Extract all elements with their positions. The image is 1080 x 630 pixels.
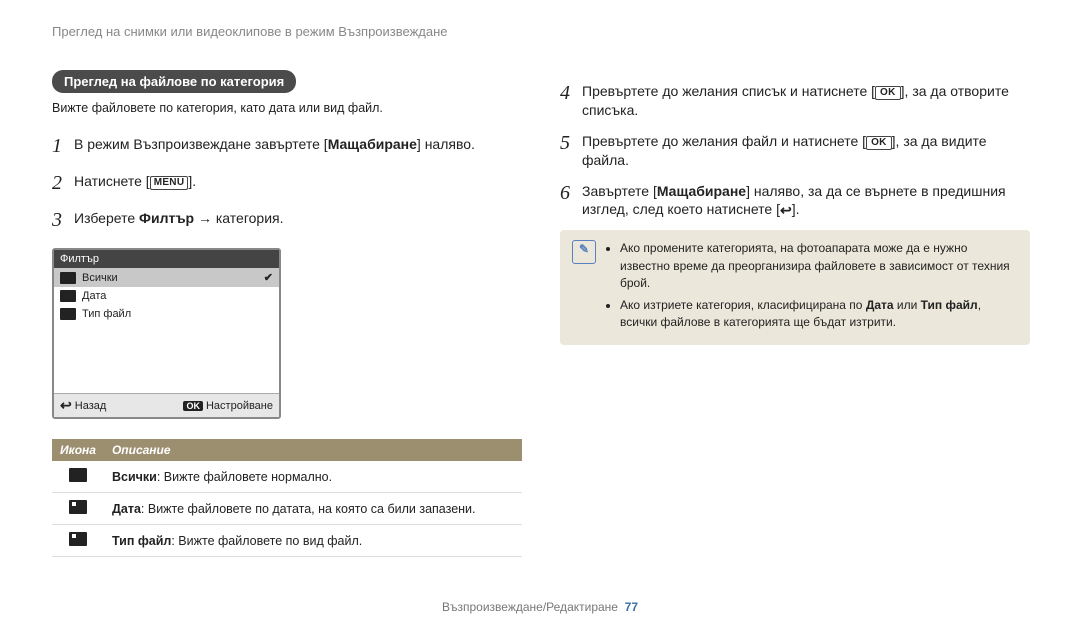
step-text: ]. xyxy=(792,201,800,217)
step-bold: Филтър xyxy=(139,210,194,226)
row-text: : Вижте файловете нормално. xyxy=(157,470,332,484)
row-bold: Тип файл xyxy=(112,534,171,548)
filetype-icon xyxy=(60,308,76,320)
row-bold: Дата xyxy=(112,502,141,516)
ok-icon: OK xyxy=(183,401,203,411)
step-text: Натиснете [ xyxy=(74,173,150,189)
menu-item-date[interactable]: Дата xyxy=(54,287,279,305)
filter-menu-preview: Филтър Всички ✔ Дата Тип файл ↩ Назад xyxy=(52,248,281,419)
row-text: : Вижте файловете по датата, на която са… xyxy=(141,502,476,516)
back-icon: ↩ xyxy=(780,201,792,220)
ok-icon: OK xyxy=(875,86,901,100)
note-list: Ако промените категорията, на фотоапарат… xyxy=(606,240,1018,335)
footer-back[interactable]: ↩ Назад xyxy=(60,397,183,414)
footer-section: Възпроизвеждане/Редактиране xyxy=(442,600,618,614)
check-icon: ✔ xyxy=(264,271,273,284)
step-number: 1 xyxy=(52,133,74,160)
table-icon-cell xyxy=(52,461,104,493)
note-item: Ако промените категорията, на фотоапарат… xyxy=(620,240,1018,292)
step-body: Превъртете до желания файл и натиснете [… xyxy=(582,130,1030,170)
table-row: Всички: Вижте файловете нормално. xyxy=(52,461,522,493)
steps-right: 4 Превъртете до желания списък и натисне… xyxy=(560,80,1030,220)
note-text: Ако промените категорията, на фотоапарат… xyxy=(620,241,1010,290)
step-text: ] наляво. xyxy=(417,136,475,152)
step-4: 4 Превъртете до желания списък и натисне… xyxy=(560,80,1030,120)
date-icon xyxy=(69,500,87,514)
table-row: Тип файл: Вижте файловете по вид файл. xyxy=(52,525,522,557)
step-bold: Мащабиране xyxy=(328,136,417,152)
back-icon: ↩ xyxy=(60,397,72,414)
menu-footer: ↩ Назад OKНастройване xyxy=(54,393,279,417)
table-header-desc: Описание xyxy=(104,439,522,461)
step-text: Изберете xyxy=(74,210,139,226)
table-header-row: Икона Описание xyxy=(52,439,522,461)
icon-description-table: Икона Описание Всички: Вижте файловете н… xyxy=(52,439,522,557)
step-number: 2 xyxy=(52,170,74,197)
footer-back-label: Назад xyxy=(75,400,107,412)
menu-title: Филтър xyxy=(54,250,279,268)
table-row: Дата: Вижте файловете по датата, на коят… xyxy=(52,493,522,525)
header-breadcrumb: Преглед на снимки или видеоклипове в реж… xyxy=(52,24,448,39)
note-bold: Тип файл xyxy=(921,298,978,312)
menu-item-all[interactable]: Всички ✔ xyxy=(54,268,279,287)
ok-icon: OK xyxy=(866,136,892,150)
row-text: : Вижте файловете по вид файл. xyxy=(171,534,362,548)
section-subtitle: Вижте файловете по категория, като дата … xyxy=(52,101,522,115)
table-desc-cell: Тип файл: Вижте файловете по вид файл. xyxy=(104,525,522,557)
note-box: ✎ Ако промените категорията, на фотоапар… xyxy=(560,230,1030,345)
table-icon-cell xyxy=(52,493,104,525)
step-3: 3 Изберете Филтър → категория. xyxy=(52,207,522,234)
all-icon xyxy=(60,272,76,284)
left-column: Преглед на файлове по категория Вижте фа… xyxy=(52,70,522,557)
step-1: 1 В режим Възпроизвеждане завъртете [Мащ… xyxy=(52,133,522,160)
steps-left: 1 В режим Възпроизвеждане завъртете [Мащ… xyxy=(52,133,522,234)
step-text: Превъртете до желания списък и натиснете… xyxy=(582,83,875,99)
footer-ok-label: Настройване xyxy=(206,400,273,412)
step-text: → категория. xyxy=(194,210,283,226)
table-desc-cell: Дата: Вижте файловете по датата, на коят… xyxy=(104,493,522,525)
manual-page: Преглед на снимки или видеоклипове в реж… xyxy=(0,0,1080,630)
footer-ok[interactable]: OKНастройване xyxy=(183,400,273,412)
menu-item-label: Тип файл xyxy=(82,308,273,320)
menu-item-label: Всички xyxy=(82,272,264,284)
menu-item-label: Дата xyxy=(82,290,273,302)
step-body: В режим Възпроизвеждане завъртете [Мащаб… xyxy=(74,133,522,160)
step-body: Натиснете [MENU]. xyxy=(74,170,522,197)
step-body: Превъртете до желания списък и натиснете… xyxy=(582,80,1030,120)
menu-item-filetype[interactable]: Тип файл xyxy=(54,305,279,323)
step-text: Завъртете [ xyxy=(582,183,657,199)
all-icon xyxy=(69,468,87,482)
page-footer: Възпроизвеждане/Редактиране 77 xyxy=(0,600,1080,614)
filetype-icon xyxy=(69,532,87,546)
note-bold: Дата xyxy=(866,298,894,312)
note-item: Ако изтриете категория, класифицирана по… xyxy=(620,297,1018,332)
step-2: 2 Натиснете [MENU]. xyxy=(52,170,522,197)
table-header-icon: Икона xyxy=(52,439,104,461)
step-bold: Мащабиране xyxy=(657,183,746,199)
step-text: ]. xyxy=(188,173,196,189)
step-5: 5 Превъртете до желания файл и натиснете… xyxy=(560,130,1030,170)
row-bold: Всички xyxy=(112,470,157,484)
table-desc-cell: Всички: Вижте файловете нормално. xyxy=(104,461,522,493)
note-text: или xyxy=(894,298,921,312)
note-text: Ако изтриете категория, класифицирана по xyxy=(620,298,866,312)
section-title-pill: Преглед на файлове по категория xyxy=(52,70,296,93)
step-number: 3 xyxy=(52,207,74,234)
step-6: 6 Завъртете [Мащабиране] наляво, за да с… xyxy=(560,180,1030,221)
menu-icon: MENU xyxy=(150,176,189,190)
step-body: Изберете Филтър → категория. xyxy=(74,207,522,234)
step-number: 4 xyxy=(560,80,582,120)
step-number: 5 xyxy=(560,130,582,170)
table-icon-cell xyxy=(52,525,104,557)
menu-blank-area xyxy=(54,323,279,393)
date-icon xyxy=(60,290,76,302)
step-text: В режим Възпроизвеждане завъртете [ xyxy=(74,136,328,152)
step-number: 6 xyxy=(560,180,582,221)
right-column: 4 Превъртете до желания списък и натисне… xyxy=(560,70,1030,345)
step-text: Превъртете до желания файл и натиснете [ xyxy=(582,133,866,149)
page-number: 77 xyxy=(625,600,638,614)
step-body: Завъртете [Мащабиране] наляво, за да се … xyxy=(582,180,1030,221)
note-icon: ✎ xyxy=(572,240,596,264)
